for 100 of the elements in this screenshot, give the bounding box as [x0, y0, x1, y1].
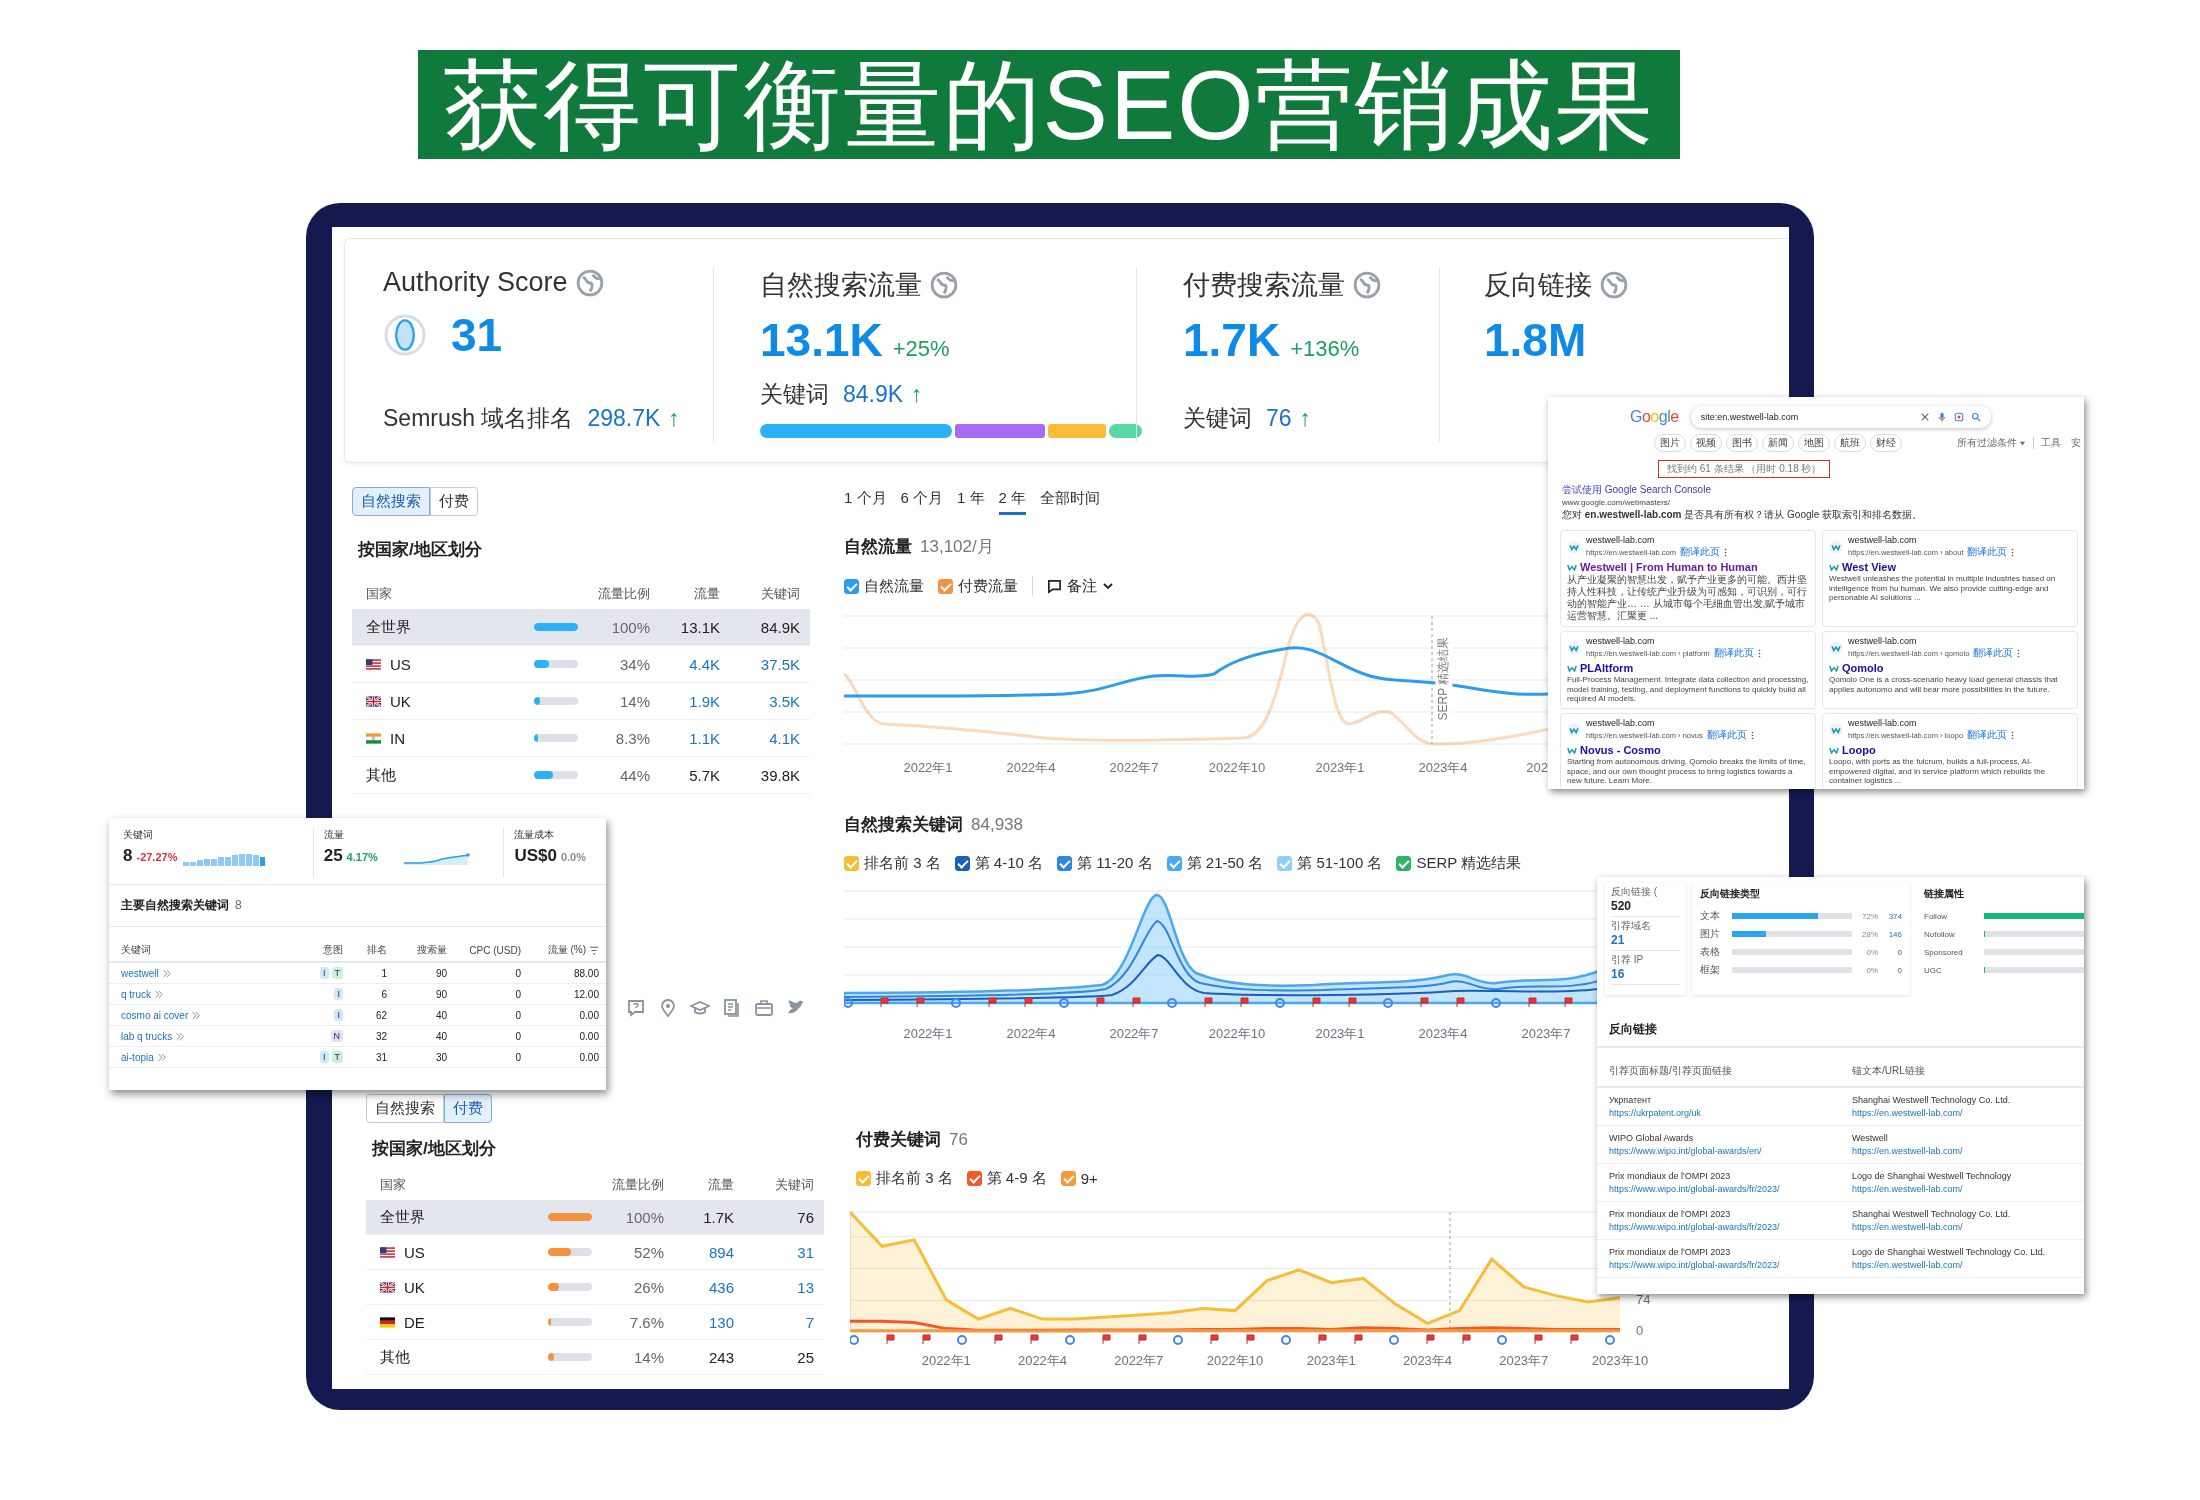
page-title: Prix mondiaux de l'OMPI 2023 [1609, 1171, 1732, 1181]
table-cell: 88.00 [573, 967, 599, 979]
change-value: 0.0% [560, 851, 586, 863]
table-cell-text: 0 [1896, 965, 1902, 975]
country-name: UK [390, 692, 411, 710]
table-cell: 243 [708, 1348, 734, 1366]
country-name: US [404, 1243, 425, 1261]
table-cell: 5.7K [689, 766, 720, 784]
column-header: 引荐页面标题/引荐页面链接 [1609, 1064, 1733, 1078]
axis-tick-label: 2022年7 [1114, 1353, 1164, 1368]
column-header: 流量 [694, 585, 720, 603]
column-header: 流量比例 [598, 585, 650, 603]
stat-value: US$0 [514, 846, 557, 866]
column-header: 流量 [708, 1176, 734, 1194]
chart-total: 84,938 [971, 815, 1023, 835]
footer-label: Semrush 域名排名 [383, 404, 574, 433]
axis-tick-label: 2023年1 [1315, 1026, 1365, 1041]
intent-tag: T [331, 1051, 343, 1063]
site-name: westwell-lab.com [1586, 535, 1656, 545]
column-header: 搜索量 [417, 943, 447, 957]
axis-tick-label: 2022年4 [1017, 1353, 1068, 1368]
table-cell-text: 72% [1861, 911, 1878, 921]
axis-tick-label: 2022年10 [1208, 760, 1266, 775]
stat-label: 流量成本 [514, 828, 556, 842]
table-cell: 31 [375, 1051, 387, 1063]
table-cell: 8.3% [615, 729, 650, 747]
result-count: 找到约 61 条结果 （用时 0.18 秒） [1658, 460, 1831, 478]
change-value: -27.27% [136, 851, 178, 863]
column-header: CPC (USD) [469, 944, 521, 956]
table-cell: 52% [633, 1243, 664, 1261]
table-cell: 44% [619, 766, 650, 784]
table-cell: 0 [515, 988, 521, 1000]
marker-label: SERP 精选结果 [1435, 636, 1453, 721]
table-cell: 39.8K [760, 766, 800, 784]
axis-tick-label: 74 [1636, 1291, 1651, 1307]
column-header: 关键词 [775, 1176, 814, 1194]
stat-label: 引荐域名 [1611, 919, 1652, 933]
stat-value: 8 [123, 846, 133, 866]
axis-tick-label: 2022年4 [1006, 760, 1056, 775]
table-cell: 84.9K [760, 618, 800, 636]
axis-tick-label: 2023年4 [1418, 760, 1468, 775]
table-cell: 62 [375, 1009, 387, 1021]
metric-label: 反向链接 [1484, 269, 1592, 302]
table-cell: 6 [381, 988, 387, 1000]
table-cell: 90 [435, 988, 447, 1000]
legend-label: 第 4-10 名 [974, 854, 1044, 873]
banner-title: 获得可衡量的SEO营销成果 [442, 55, 1656, 154]
intent-tag: I [334, 988, 343, 1000]
axis-tick-label: 2022年1 [903, 760, 953, 775]
table-cell-text: 0 [1896, 947, 1902, 957]
table-cell: 1.7K [703, 1208, 734, 1226]
axis-tick-label: 202 [1526, 760, 1548, 775]
section-title: 反向链接 [1597, 995, 2084, 1048]
google-logo: Google [1630, 408, 1679, 426]
axis-tick-label: 2023年7 [1499, 1353, 1549, 1368]
panel-title: 链接属性 [1924, 887, 1965, 901]
table-cell: 90 [435, 967, 447, 979]
axis-tick-label: 2023年1 [1306, 1353, 1356, 1368]
axis-tick-label: 2023年4 [1402, 1353, 1453, 1368]
axis-tick-label: 2023年7 [1521, 1026, 1571, 1041]
table-cell-text: 374 [1887, 911, 1902, 921]
change-value: 4.17% [346, 851, 378, 863]
footer-label: 关键词 [1183, 404, 1252, 433]
column-header: 意图 [323, 943, 343, 957]
axis-tick-label: 2022年1 [921, 1353, 971, 1368]
axis-tick-label: 2023年1 [1315, 760, 1365, 775]
keyword-count: 8 [235, 898, 242, 912]
country-name: 全世界 [380, 1207, 425, 1227]
anchor-text: Logo de Shanghai Westwell Technology Co. Ltd. [1852, 1247, 2047, 1257]
trend-arrow: ↑ [911, 381, 923, 408]
table-cell: 0 [515, 967, 521, 979]
intent-tag: N [330, 1030, 343, 1042]
table-cell: 0.00 [579, 1051, 599, 1063]
table-cell: 25 [797, 1348, 814, 1366]
legend-label: 第 51-100 名 [1297, 854, 1383, 873]
stat-label: 关键词 [123, 828, 154, 842]
table-cell: 0 [515, 1051, 521, 1063]
country-name: 全世界 [366, 617, 411, 637]
axis-tick-label: 2022年1 [903, 1026, 953, 1041]
table-cell: 34% [619, 655, 650, 673]
card-title: 主要自然搜索关键词 [121, 897, 229, 914]
table-cell: 26% [633, 1278, 664, 1296]
section-title: 按国家/地区划分 [358, 539, 483, 561]
table-cell: 30 [435, 1051, 447, 1063]
legend-label: 付费流量 [958, 576, 1018, 596]
column-header: 流量比例 [612, 1176, 664, 1194]
stat-label: 流量 [323, 828, 345, 842]
table-cell: 12.00 [573, 988, 599, 1000]
country-name: US [390, 655, 411, 673]
result-snippet: Qomolo One is a cross-scenario heavy load general chassis that applies autonomo and will bear more possibilities in the future. [1829, 675, 2059, 695]
panel-title: 反向链接类型 [1700, 887, 1761, 901]
anchor-text: Shanghai Westwell Technology Co. Ltd. [1852, 1095, 2012, 1105]
axis-tick-label: 2022年4 [1006, 1026, 1056, 1041]
stat-value: 25 [323, 846, 343, 866]
type-label: 图片 [1700, 927, 1721, 941]
site-name: westwell-lab.com [1586, 636, 1656, 646]
table-cell: 100% [625, 1208, 664, 1226]
legend-label: 自然流量 [864, 576, 924, 596]
metric-label: Authority Score [383, 267, 568, 298]
attribute-label: UGC [1924, 965, 1943, 975]
